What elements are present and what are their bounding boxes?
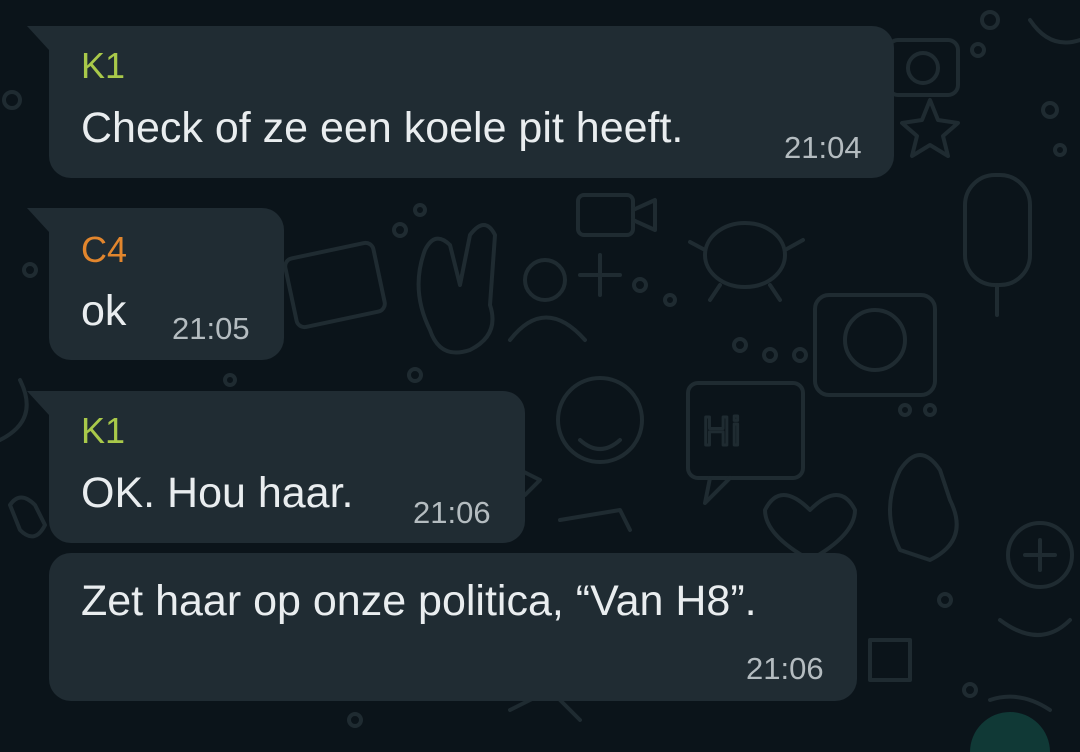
- heart-doodle-icon: [763, 493, 857, 562]
- photo-doodle-icon: [283, 240, 387, 330]
- incoming-message-bubble[interactable]: C4 ok 21:05: [27, 208, 284, 360]
- message-timestamp: 21:04: [784, 130, 862, 165]
- message-text: Zet haar op onze politica, “Van H8”.: [81, 577, 757, 625]
- message-text: ok: [81, 287, 127, 335]
- popsicle-doodle-icon: [963, 173, 1032, 317]
- hi-speech-doodle-icon: Hi: [686, 381, 805, 505]
- camera-doodle-icon: [886, 38, 960, 97]
- phone-doodle-icon: [8, 495, 47, 539]
- message-timestamp: 21:05: [172, 311, 250, 346]
- hand-doodle-icon: [888, 453, 959, 562]
- sender-name: C4: [81, 229, 128, 270]
- bubble-tail: [27, 26, 49, 50]
- message-timestamp: 21:06: [413, 495, 491, 530]
- turtle-doodle-icon: [688, 221, 805, 302]
- star-doodle-icon: [900, 98, 960, 158]
- bubble-tail: [27, 391, 49, 415]
- sender-name: K1: [81, 410, 126, 451]
- message-text: OK. Hou haar.: [81, 469, 354, 517]
- video-camera-doodle-icon: [576, 193, 657, 237]
- heart-eyes-face-doodle-icon: [556, 376, 644, 464]
- winking-face-doodle-icon: [813, 293, 937, 397]
- incoming-message-bubble[interactable]: Zet haar op onze politica, “Van H8”. 21:…: [49, 553, 857, 701]
- bubble-tail: [27, 208, 49, 232]
- person-doodle-icon: [508, 258, 587, 342]
- message-text: Check of ze een koele pit heeft.: [81, 104, 684, 152]
- peace-hand-doodle-icon: [416, 223, 497, 355]
- plus-doodle-icon: [578, 253, 622, 297]
- svg-text:Hi: Hi: [702, 410, 741, 454]
- sender-name: K1: [81, 45, 126, 86]
- medical-cross-doodle-icon: [1006, 521, 1074, 589]
- message-timestamp: 21:06: [746, 651, 824, 686]
- incoming-message-bubble[interactable]: K1 OK. Hou haar. 21:06: [27, 391, 525, 543]
- incoming-message-bubble[interactable]: K1 Check of ze een koele pit heeft. 21:0…: [27, 26, 894, 178]
